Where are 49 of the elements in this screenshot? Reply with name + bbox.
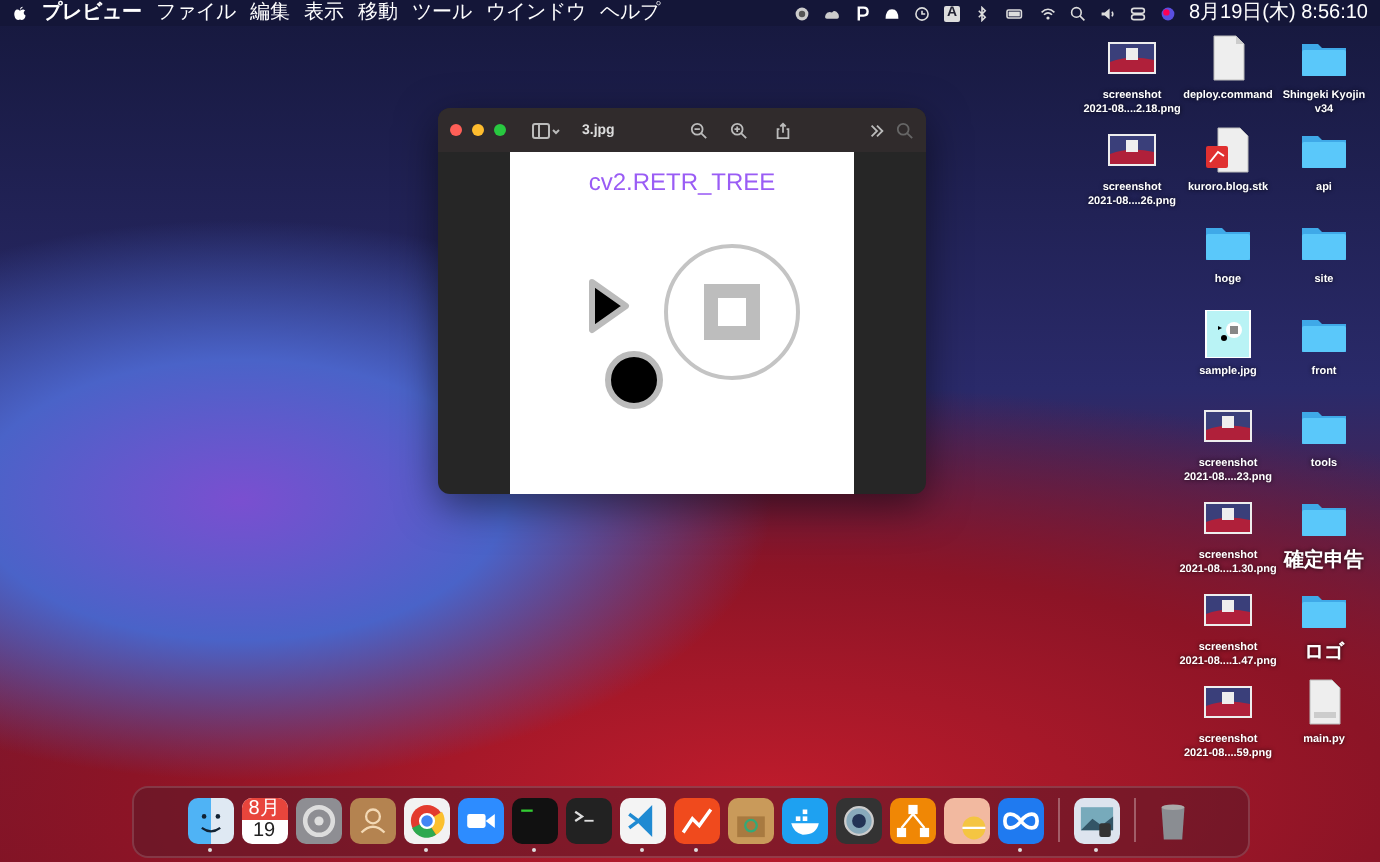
clock-icon[interactable]: [914, 5, 931, 21]
zoom-out-icon[interactable]: [690, 121, 709, 139]
menu-item[interactable]: ヘルプ: [600, 0, 660, 26]
chevrons-icon[interactable]: [868, 121, 886, 139]
face-icon[interactable]: [187, 798, 233, 844]
bluetooth-icon[interactable]: [973, 5, 989, 21]
battery-icon[interactable]: [1003, 5, 1025, 21]
flowchart-icon[interactable]: [889, 798, 935, 844]
infinity-icon[interactable]: [997, 798, 1043, 844]
whale-icon[interactable]: [781, 798, 827, 844]
share-icon[interactable]: [774, 121, 793, 139]
rising-chart-icon[interactable]: [673, 798, 719, 844]
menu-item[interactable]: ウインドウ: [486, 0, 586, 26]
close-button[interactable]: [450, 124, 462, 136]
control-center-icon[interactable]: [1129, 5, 1145, 21]
record-icon[interactable]: [794, 5, 811, 21]
file-name: ロゴ: [1304, 642, 1344, 664]
code-editor-icon[interactable]: [619, 798, 665, 844]
menu-item[interactable]: ツール: [412, 0, 472, 26]
photo-viewer-icon[interactable]: [1073, 798, 1119, 844]
minimize-button[interactable]: [472, 124, 484, 136]
gear-icon[interactable]: [295, 798, 341, 844]
apple-icon[interactable]: [12, 5, 28, 21]
menu-item[interactable]: 編集: [250, 0, 290, 26]
search-icon[interactable]: [1069, 5, 1085, 21]
app-menu[interactable]: プレビュー: [42, 0, 142, 26]
file-name: 確定申告: [1284, 550, 1364, 572]
sidebar-icon[interactable]: [532, 121, 560, 139]
menu-clock[interactable]: 8月19日(木) 8:56:10: [1189, 0, 1368, 26]
zoom-in-icon[interactable]: [730, 121, 749, 139]
browser-icon[interactable]: [403, 798, 449, 844]
menu-item[interactable]: 表示: [304, 0, 344, 26]
wifi-icon[interactable]: [1039, 5, 1055, 21]
image-caption: cv2.RETR_TREE: [588, 168, 776, 196]
terminal-icon[interactable]: [565, 798, 611, 844]
image-thumbnail-icon: [1202, 310, 1254, 358]
calendar-app-icon[interactable]: 8月 19: [241, 798, 287, 844]
menu-item[interactable]: 移動: [358, 0, 398, 26]
speaker-icon[interactable]: [1099, 5, 1115, 21]
document-icon: [1202, 126, 1254, 174]
lens-icon[interactable]: [835, 798, 881, 844]
video-camera-icon[interactable]: [457, 798, 503, 844]
cloud-icon[interactable]: [824, 5, 841, 21]
siri-icon[interactable]: [1159, 5, 1175, 21]
cardboard-box-icon[interactable]: [727, 798, 773, 844]
pill-icon[interactable]: [943, 798, 989, 844]
zoom-button[interactable]: [494, 124, 506, 136]
menu-item[interactable]: ファイル: [156, 0, 236, 26]
contact-book-icon[interactable]: [349, 798, 395, 844]
